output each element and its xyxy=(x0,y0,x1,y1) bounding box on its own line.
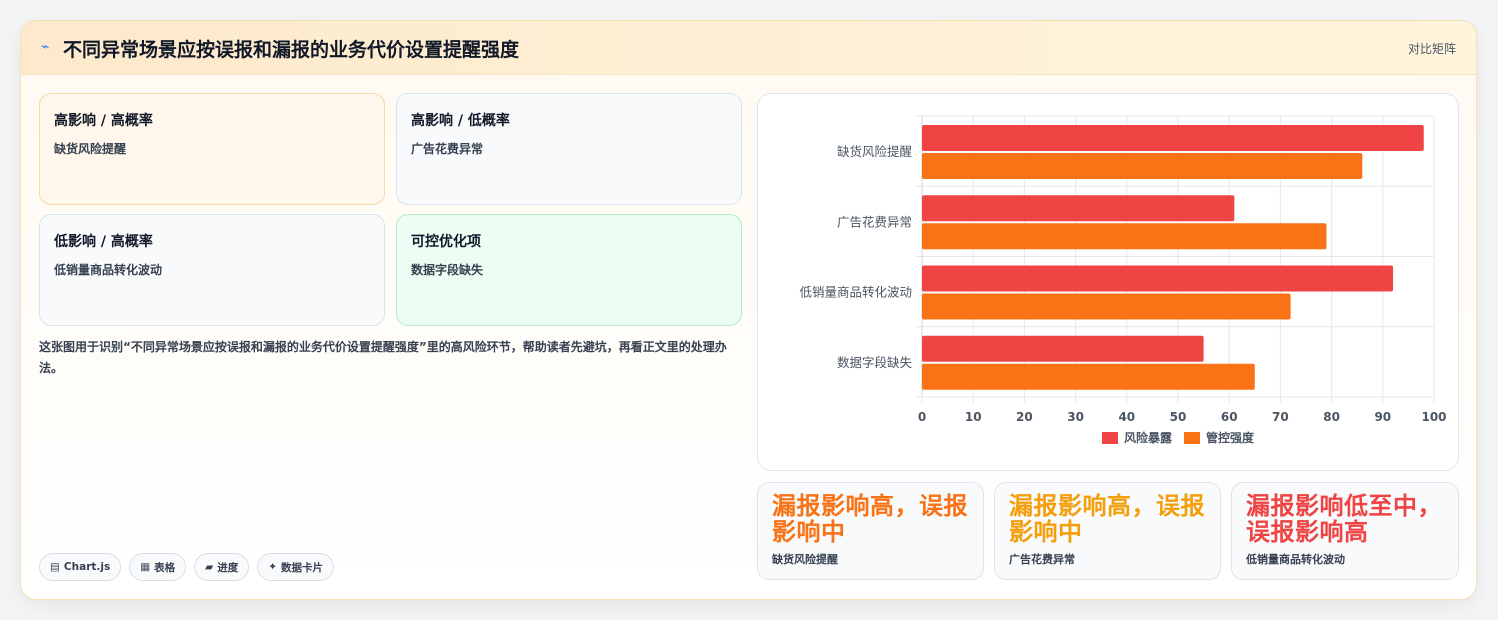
bar-risk-exposure xyxy=(922,335,1204,362)
stat-headline: 漏报影响低至中，误报影响高 xyxy=(1246,492,1442,546)
main-card: ⌁ 不同异常场景应按误报和漏报的业务代价设置提醒强度 对比矩阵 高影响 / 高概… xyxy=(20,20,1477,600)
y-category-label: 缺货风险提醒 xyxy=(837,144,913,159)
legend-swatch xyxy=(1184,432,1200,444)
quadrant-subtitle: 数据字段缺失 xyxy=(411,263,484,277)
stat-card-stockout: 漏报影响高，误报影响中 缺货风险提醒 xyxy=(757,482,984,580)
quadrant-subtitle: 低销量商品转化波动 xyxy=(54,263,163,277)
stat-label: 低销量商品转化波动 xyxy=(1246,553,1345,566)
quadrant-subtitle: 广告花费异常 xyxy=(411,142,484,156)
tag-list: ▤ Chart.js ▦ 表格 ▰ 进度 ✦ 数据卡片 xyxy=(39,553,335,581)
compare-matrix-link[interactable]: 对比矩阵 xyxy=(1408,40,1456,57)
quadrant-high-impact-low-prob: 高影响 / 低概率 广告花费异常 xyxy=(396,93,742,205)
legend-swatch xyxy=(1102,432,1118,444)
x-tick-label: 20 xyxy=(1016,410,1033,424)
stat-label: 广告花费异常 xyxy=(1009,553,1075,566)
quadrant-subtitle: 缺货风险提醒 xyxy=(54,142,127,156)
x-tick-label: 10 xyxy=(965,410,982,424)
stat-headline: 漏报影响高，误报影响中 xyxy=(1009,492,1205,546)
y-category-label: 低销量商品转化波动 xyxy=(799,285,912,300)
quadrant-controllable: 可控优化项 数据字段缺失 xyxy=(396,214,742,326)
stat-headline: 漏报影响高，误报影响中 xyxy=(772,492,968,546)
x-tick-label: 100 xyxy=(1421,410,1446,424)
page-title: 不同异常场景应按误报和漏报的业务代价设置提醒强度 xyxy=(63,39,520,61)
tag-table[interactable]: ▦ 表格 xyxy=(129,553,187,581)
tag-chartjs[interactable]: ▤ Chart.js xyxy=(39,553,122,581)
legend-label: 风险暴露 xyxy=(1124,430,1173,445)
y-category-label: 数据字段缺失 xyxy=(837,355,913,370)
tag-label: 进度 xyxy=(217,561,239,574)
tag-label: 数据卡片 xyxy=(281,561,324,574)
lightning-icon: ⌁ xyxy=(41,39,50,55)
x-tick-label: 50 xyxy=(1170,410,1187,424)
x-tick-label: 0 xyxy=(918,410,926,424)
bar-control-strength xyxy=(922,363,1255,390)
x-tick-label: 80 xyxy=(1323,410,1340,424)
x-tick-label: 30 xyxy=(1067,410,1084,424)
bar-control-strength xyxy=(922,293,1291,320)
tag-data-card[interactable]: ✦ 数据卡片 xyxy=(257,553,335,581)
card-header: ⌁ 不同异常场景应按误报和漏报的业务代价设置提醒强度 对比矩阵 xyxy=(21,21,1476,75)
chart-description: 这张图用于识别“不同异常场景应按误报和漏报的业务代价设置提醒强度”里的高风险环节… xyxy=(39,340,727,375)
y-category-label: 广告花费异常 xyxy=(837,214,912,229)
bar-control-strength xyxy=(922,153,1363,179)
stat-label: 缺货风险提醒 xyxy=(772,553,838,566)
quadrant-title: 高影响 / 低概率 xyxy=(411,113,510,129)
chart-icon: ▤ xyxy=(50,561,60,573)
x-tick-label: 60 xyxy=(1221,410,1238,424)
bar-risk-exposure xyxy=(922,125,1424,151)
quadrant-title: 高影响 / 高概率 xyxy=(54,113,153,129)
tag-label: 表格 xyxy=(154,561,176,574)
quadrant-title: 低影响 / 高概率 xyxy=(54,234,153,250)
quadrant-title: 可控优化项 xyxy=(411,234,481,250)
bar-risk-exposure xyxy=(922,265,1394,292)
quadrant-high-impact-high-prob: 高影响 / 高概率 缺货风险提醒 xyxy=(39,93,385,205)
bar-risk-exposure xyxy=(922,195,1235,222)
tag-label: Chart.js xyxy=(63,561,111,573)
x-tick-label: 90 xyxy=(1374,410,1391,424)
legend-label: 管控强度 xyxy=(1206,430,1255,445)
tag-progress[interactable]: ▰ 进度 xyxy=(194,553,250,581)
bar-chart-panel: 0 10 20 30 40 50 60 70 80 90 100 缺货风险提醒 广告花费异常低销量商品转… xyxy=(757,93,1459,471)
x-tick-label: 70 xyxy=(1272,410,1289,424)
stat-card-ad-spend: 漏报影响高，误报影响中 广告花费异常 xyxy=(994,482,1221,580)
x-tick-label: 40 xyxy=(1118,410,1135,424)
bar-control-strength xyxy=(922,223,1327,250)
quadrant-low-impact-high-prob: 低影响 / 高概率 低销量商品转化波动 xyxy=(39,214,385,326)
table-icon: ▦ xyxy=(140,561,151,573)
stat-card-low-sales: 漏报影响低至中，误报影响高 低销量商品转化波动 xyxy=(1231,482,1459,580)
sparkle-icon: ✦ xyxy=(268,561,278,573)
progress-icon: ▰ xyxy=(205,561,214,573)
bar-chart: 0 10 20 30 40 50 60 70 80 90 100 缺货风险提醒广告花费异常低销量商品转… xyxy=(799,115,1447,445)
